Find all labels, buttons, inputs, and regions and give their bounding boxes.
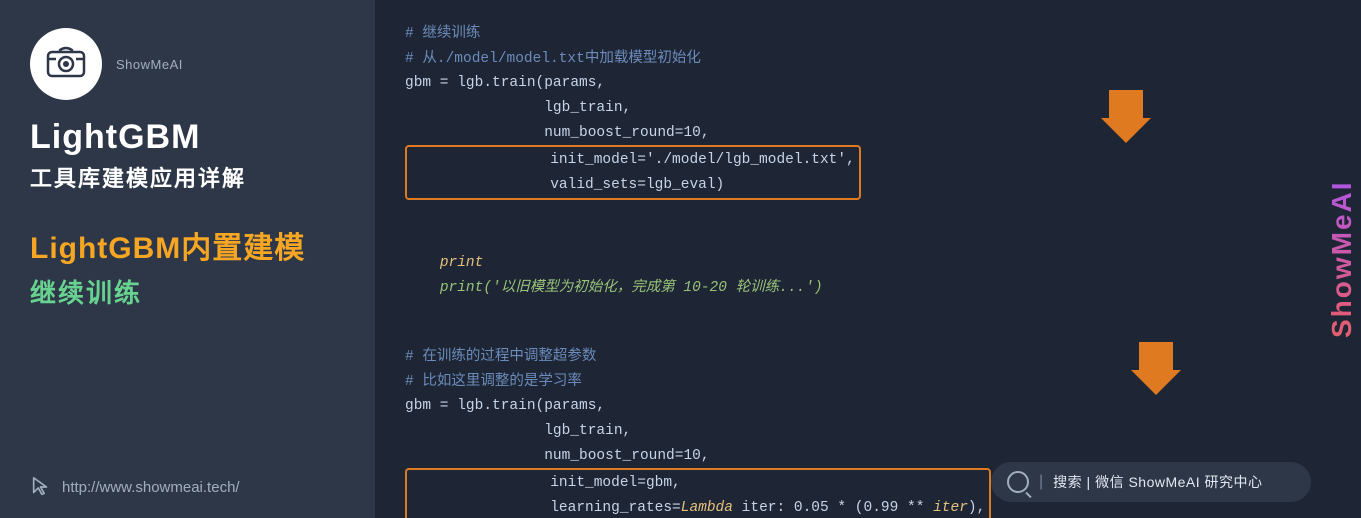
code-text-2: lgb_train, [405, 100, 631, 116]
code-line-1: gbm = lgb.train(params, [405, 71, 1331, 96]
comment-text-2: # 从./model/model.txt中加载模型初始化 [405, 51, 701, 67]
print-str-1b: print('以旧模型为初始化，完成第 10-20 轮训练...') [440, 280, 823, 296]
code-line-5: lgb_train, [405, 419, 1331, 444]
code-area: # 继续训练 # 从./model/model.txt中加载模型初始化 gbm … [375, 0, 1361, 518]
comment-text-3: # 在训练的过程中调整超参数 [405, 349, 596, 365]
website-link[interactable]: http://www.showmeai.tech/ [62, 479, 240, 496]
logo-circle [30, 28, 102, 100]
highlight-text-3: init_model=gbm, [411, 475, 681, 491]
gap-1 [405, 325, 1331, 345]
code-line-comment1: # 继续训练 [405, 22, 1331, 47]
sidebar: ShowMeAI LightGBM 工具库建模应用详解 LightGBM内置建模… [0, 0, 375, 518]
logo-area: ShowMeAI [30, 28, 183, 100]
code-line-comment3: # 在训练的过程中调整超参数 [405, 345, 1331, 370]
cursor-icon [30, 476, 52, 498]
code-highlight-3: init_model=gbm, [411, 471, 985, 496]
main-title: LightGBM [30, 118, 200, 157]
separator-1 [405, 210, 1331, 226]
code-text-4: gbm = lgb.train(params, [405, 398, 605, 414]
subtitle: 工具库建模应用详解 [30, 161, 246, 193]
comment-text-4: # 比如这里调整的是学习率 [405, 374, 582, 390]
code-section-1: # 继续训练 # 从./model/model.txt中加载模型初始化 gbm … [405, 22, 1331, 200]
highlight-text-4: learning_rates=Lambda iter: 0.05 * (0.99… [411, 500, 985, 516]
logo-icon [44, 42, 88, 86]
code-text-3: num_boost_round=10, [405, 125, 710, 141]
arrow-down-1 [1101, 88, 1151, 153]
code-text: gbm = lgb.train(params, [405, 75, 605, 91]
code-text-6: num_boost_round=10, [405, 448, 710, 464]
search-divider: | [1039, 473, 1043, 491]
code-line-comment2: # 从./model/model.txt中加载模型初始化 [405, 47, 1331, 72]
comment-text: # 继续训练 [405, 26, 480, 42]
print-text-1: print [440, 255, 484, 271]
arrow-down-2 [1131, 340, 1181, 405]
code-highlight-1: init_model='./model/lgb_model.txt', [411, 148, 855, 173]
section-title: LightGBM内置建模 [30, 223, 305, 267]
code-line-comment4: # 比如这里调整的是学习率 [405, 370, 1331, 395]
logo-text-block: ShowMeAI [116, 57, 183, 72]
code-highlight-2: valid_sets=lgb_eval) [411, 173, 855, 198]
code-highlight-4: learning_rates=Lambda iter: 0.05 * (0.99… [411, 496, 985, 518]
highlight-text-1: init_model='./model/lgb_model.txt', [411, 152, 855, 168]
brand-label: ShowMeAI [116, 57, 183, 72]
code-line-3: num_boost_round=10, [405, 121, 1331, 146]
search-icon [1007, 471, 1029, 493]
code-line-2: lgb_train, [405, 96, 1331, 121]
search-label: 搜索 | 微信 ShowMeAI 研究中心 [1053, 472, 1262, 492]
highlight-text-2: valid_sets=lgb_eval) [411, 177, 724, 193]
code-text-5: lgb_train, [405, 423, 631, 439]
section-sub: 继续训练 [30, 273, 142, 310]
website-row: http://www.showmeai.tech/ [30, 476, 240, 498]
code-line-4: gbm = lgb.train(params, [405, 394, 1331, 419]
code-print-1: printprint('以旧模型为初始化，完成第 10-20 轮训练...') … [405, 226, 1331, 325]
search-bar[interactable]: | 搜索 | 微信 ShowMeAI 研究中心 [991, 462, 1311, 502]
